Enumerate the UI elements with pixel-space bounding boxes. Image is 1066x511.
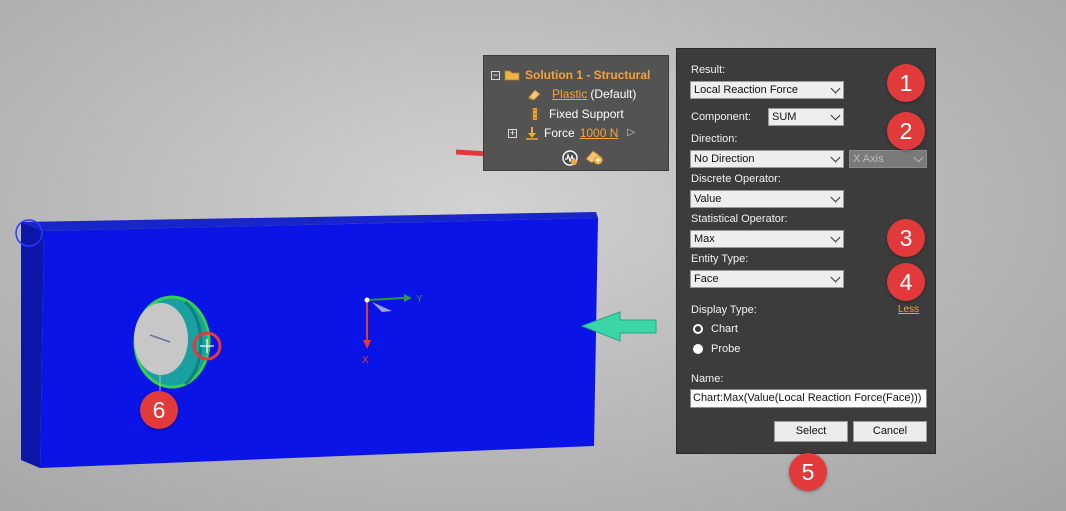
statistical-operator-dropdown[interactable]: Max — [690, 230, 844, 248]
name-label: Name: — [691, 373, 724, 385]
radio-unselected-icon[interactable] — [693, 344, 703, 354]
tree-row-material[interactable]: Plastic (Default) — [527, 85, 636, 103]
component-label: Component: — [691, 111, 751, 123]
plate-front-face — [40, 218, 598, 468]
chevron-down-icon — [830, 232, 841, 243]
probe-option-label: Probe — [711, 343, 741, 355]
tree-row-fixed-support[interactable]: Fixed Support — [530, 105, 624, 123]
play-icon[interactable]: ▷ — [627, 124, 635, 142]
discrete-operator-dropdown[interactable]: Value — [690, 190, 844, 208]
less-link[interactable]: Less — [898, 304, 919, 315]
plate-left-face — [21, 222, 44, 468]
material-suffix: (Default) — [590, 87, 637, 101]
fixed-support-icon — [531, 108, 539, 120]
cancel-button[interactable]: Cancel — [853, 421, 927, 442]
fixed-support-label: Fixed Support — [549, 107, 624, 121]
chevron-down-icon — [913, 152, 924, 163]
force-label: Force — [544, 126, 575, 140]
display-type-label: Display Type: — [691, 304, 757, 316]
chart-probe-icon[interactable] — [561, 149, 579, 167]
callout-4: 4 — [887, 263, 925, 301]
callout-1: 1 — [887, 64, 925, 102]
folder-icon — [504, 70, 520, 81]
solution-title: Solution 1 - Structural — [525, 68, 651, 82]
statistical-operator-label: Statistical Operator: — [691, 213, 788, 225]
chevron-down-icon — [830, 192, 841, 203]
discrete-operator-value: Value — [694, 193, 722, 205]
entity-type-dropdown[interactable]: Face — [690, 270, 844, 288]
chevron-down-icon — [830, 152, 841, 163]
result-dropdown[interactable]: Local Reaction Force — [690, 81, 844, 99]
statistical-operator-value: Max — [694, 233, 715, 245]
expand-expander-icon[interactable]: + — [508, 128, 517, 138]
axis-dropdown: X Axis — [849, 150, 927, 168]
direction-dropdown[interactable]: No Direction — [690, 150, 844, 168]
radio-selected-icon[interactable] — [693, 324, 703, 334]
direction-label: Direction: — [691, 133, 738, 145]
tree-row-solution[interactable]: − Solution 1 - Structural — [491, 66, 650, 84]
discrete-operator-label: Discrete Operator: — [691, 173, 781, 185]
chevron-down-icon — [830, 83, 841, 94]
result-label: Result: — [691, 64, 726, 76]
entity-type-label: Entity Type: — [691, 253, 749, 265]
tree-row-force[interactable]: + Force 1000 N ▷ — [508, 124, 635, 142]
callout-3: 3 — [887, 219, 925, 257]
material-eraser-icon — [528, 88, 541, 101]
name-value: Chart:Max(Value(Local Reaction Force(Fac… — [693, 392, 922, 404]
axis-x-label: X — [362, 355, 369, 366]
collapse-expander-icon[interactable]: − — [491, 70, 500, 80]
axis-value: X Axis — [853, 153, 884, 165]
direction-value: No Direction — [694, 153, 755, 165]
callout-2: 2 — [887, 112, 925, 150]
material-link[interactable]: Plastic — [552, 85, 587, 103]
callout-6: 6 — [140, 391, 178, 429]
axis-y-label: Y — [416, 294, 423, 305]
chevron-down-icon — [830, 272, 841, 283]
callout-5: 5 — [789, 453, 827, 491]
solution-tree-panel: − Solution 1 - Structural Plastic (Defau… — [483, 55, 669, 171]
display-probe-radio[interactable]: Probe — [693, 343, 740, 355]
entity-type-value: Face — [694, 273, 719, 285]
select-button[interactable]: Select — [774, 421, 848, 442]
force-value-link[interactable]: 1000 N — [580, 124, 619, 142]
chevron-down-icon — [830, 110, 841, 121]
force-icon — [526, 127, 538, 140]
display-chart-radio[interactable]: Chart — [693, 323, 738, 335]
result-value: Local Reaction Force — [694, 84, 798, 96]
chart-option-label: Chart — [711, 323, 738, 335]
name-field[interactable]: Chart:Max(Value(Local Reaction Force(Fac… — [690, 389, 927, 408]
component-dropdown[interactable]: SUM — [768, 108, 844, 126]
add-result-icon[interactable] — [584, 148, 604, 166]
component-value: SUM — [772, 111, 797, 123]
